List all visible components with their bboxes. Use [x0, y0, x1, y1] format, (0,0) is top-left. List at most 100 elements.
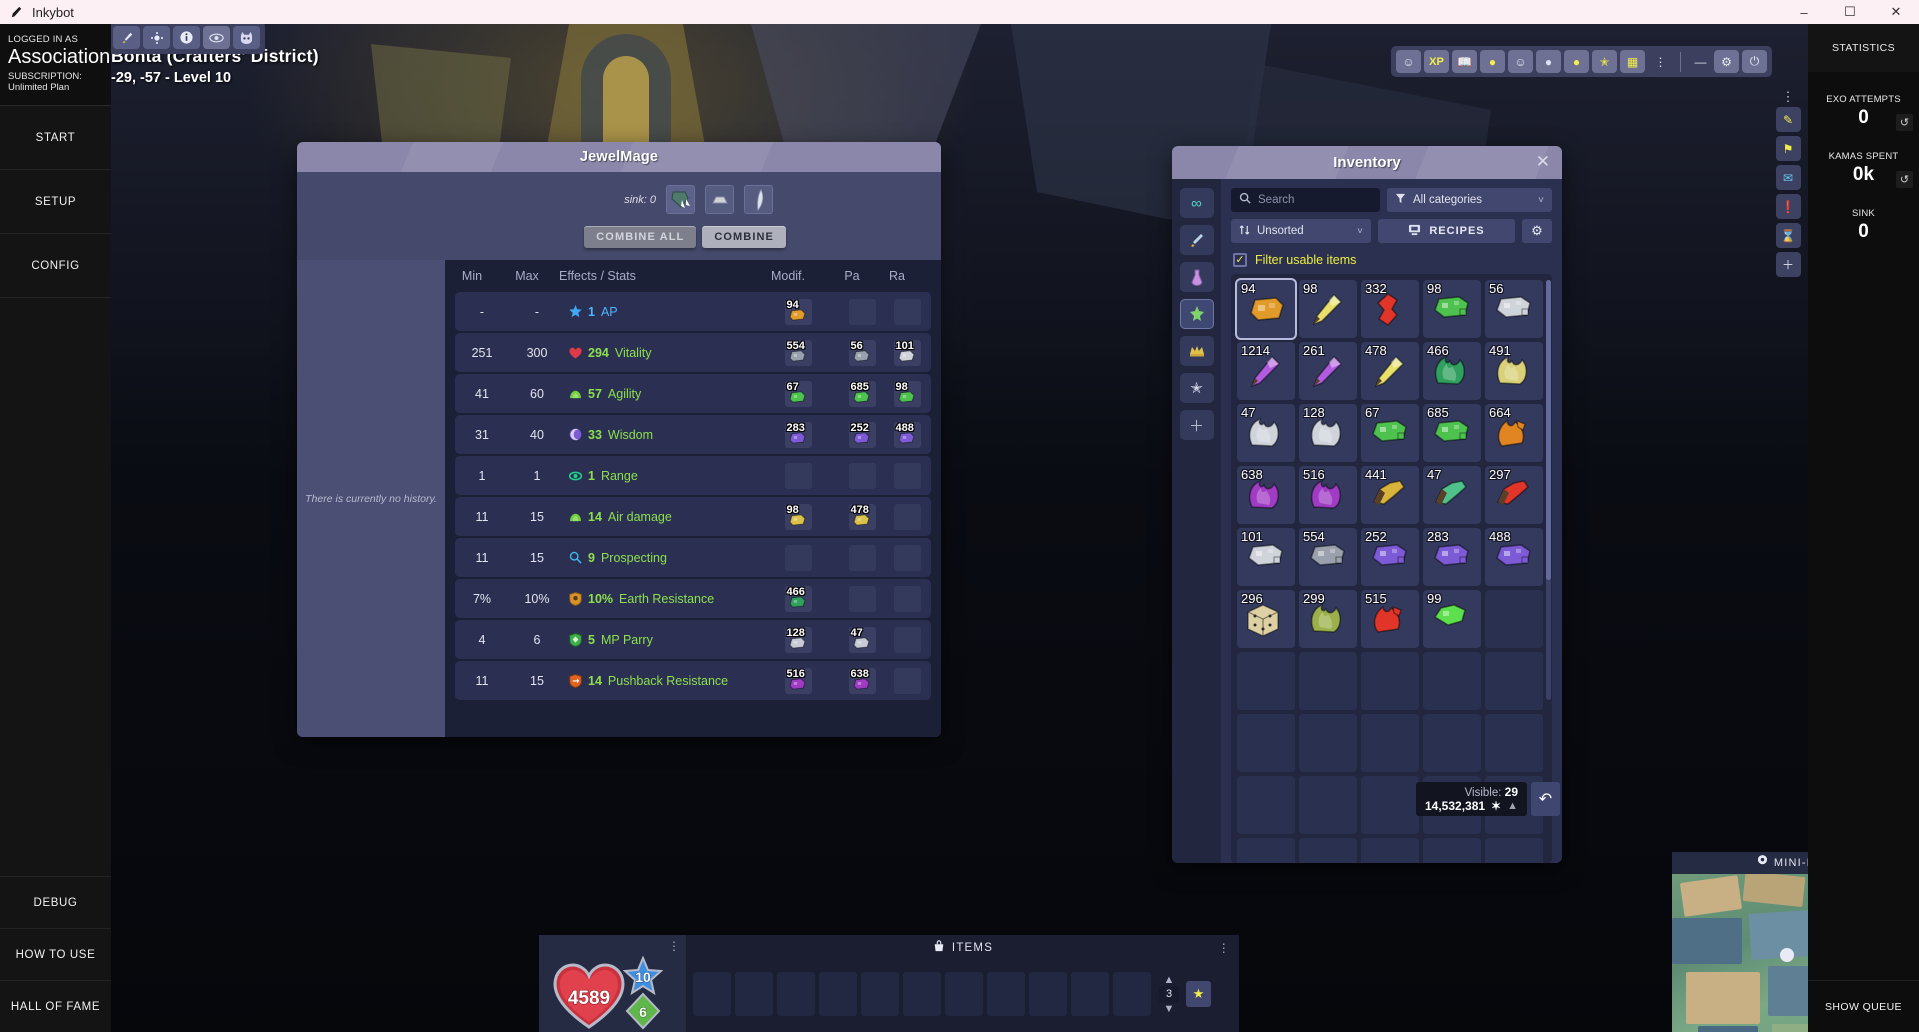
search-input[interactable]: Search — [1231, 188, 1380, 212]
inventory-item[interactable]: 98 — [1423, 280, 1481, 338]
back-arrow-icon[interactable]: ↶ — [1531, 782, 1560, 816]
inventory-item[interactable]: 47 — [1423, 466, 1481, 524]
stepper-up-icon[interactable]: ▲ — [1164, 974, 1175, 985]
tab-all-items[interactable]: ∞ — [1179, 188, 1214, 218]
hotbar-slot[interactable] — [987, 972, 1025, 1016]
eye-icon[interactable] — [203, 26, 230, 49]
inventory-item[interactable]: 478 — [1361, 342, 1419, 400]
inventory-item[interactable]: 101 — [1237, 528, 1295, 586]
rune-chip[interactable]: 98 — [893, 380, 921, 407]
tab-resources[interactable] — [1179, 336, 1214, 366]
close-button[interactable]: ✕ — [1873, 0, 1919, 24]
row-modif[interactable]: 94 — [755, 292, 841, 331]
table-row[interactable]: 251 300 294 Vitality 554 56 101 — [455, 333, 931, 372]
row-pa[interactable]: 47 — [841, 620, 883, 659]
inventory-item[interactable]: 283 — [1423, 528, 1481, 586]
hotbar-slot[interactable] — [861, 972, 899, 1016]
xp-icon[interactable]: XP — [1424, 50, 1449, 73]
row-ra[interactable]: 101 — [883, 333, 931, 372]
rune-chip[interactable]: 478 — [848, 503, 876, 530]
checkbox-icon[interactable]: ✓ — [1233, 253, 1247, 267]
stepper-down-icon[interactable]: ▼ — [1164, 1003, 1175, 1014]
settings-gear-icon[interactable]: ⚙ — [1714, 50, 1739, 73]
hotbar-slot[interactable] — [903, 972, 941, 1016]
rune-chip[interactable]: 67 — [784, 380, 812, 407]
table-row[interactable]: 4 6 5 MP Parry 128 47 — [455, 620, 931, 659]
maximize-button[interactable]: ☐ — [1827, 0, 1873, 24]
hotbar-slot[interactable] — [777, 972, 815, 1016]
hotbar-slot[interactable] — [1029, 972, 1067, 1016]
spell-icon[interactable] — [143, 26, 170, 49]
inventory-grid[interactable]: 94 98 332 98 56 1214 261 478 466 491 47 128 67 685 664… — [1231, 274, 1552, 863]
table-row[interactable]: 7% 10% 10% Earth Resistance 466 — [455, 579, 931, 618]
row-pa[interactable]: 638 — [841, 661, 883, 700]
minimap-panel[interactable]: MINI-MAP ⋮ — [1672, 852, 1808, 1032]
combine-button[interactable]: COMBINE — [702, 226, 786, 248]
table-row[interactable]: 11 15 14 Pushback Resistance 516 638 — [455, 661, 931, 700]
dots-icon[interactable]: ⋮ — [1782, 89, 1795, 104]
character-icon[interactable]: ● — [1564, 50, 1589, 73]
sidebar-item-config[interactable]: CONFIG — [0, 234, 111, 298]
row-pa[interactable]: 252 — [841, 415, 883, 454]
sidebar-item-setup[interactable]: SETUP — [0, 170, 111, 234]
hotbar-slot[interactable] — [1071, 972, 1109, 1016]
minimap-canvas[interactable] — [1672, 874, 1808, 1032]
inventory-item[interactable]: 1214 — [1237, 342, 1295, 400]
row-modif[interactable]: 516 — [755, 661, 841, 700]
inventory-item[interactable]: 664 — [1485, 404, 1543, 462]
add-icon[interactable]: ＋ — [1775, 252, 1801, 277]
combine-all-button[interactable]: COMBINE ALL — [584, 226, 697, 248]
tab-equipment[interactable] — [1179, 225, 1214, 255]
row-modif[interactable]: 67 — [755, 374, 841, 413]
row-pa[interactable]: 56 — [841, 333, 883, 372]
inventory-item[interactable]: 297 — [1485, 466, 1543, 524]
reset-icon[interactable]: ↺ — [1896, 171, 1913, 188]
pen-icon[interactable]: ✎ — [1775, 107, 1801, 132]
table-row[interactable]: - - 1 AP 94 — [455, 292, 931, 331]
hotbar-star-button[interactable]: ★ — [1186, 981, 1211, 1007]
inventory-item[interactable]: 516 — [1299, 466, 1357, 524]
row-pa[interactable]: 685 — [841, 374, 883, 413]
inventory-item[interactable]: 638 — [1237, 466, 1295, 524]
hotbar-slot[interactable] — [735, 972, 773, 1016]
jewelmage-window[interactable]: JewelMage sink: 0 COMBINE ALL COMBINE Th… — [297, 142, 941, 737]
chat-icon[interactable]: ● — [1536, 50, 1561, 73]
table-row[interactable]: 31 40 33 Wisdom 283 252 488 — [455, 415, 931, 454]
inventory-item[interactable]: 47 — [1237, 404, 1295, 462]
rune-chip[interactable]: 98 — [784, 503, 812, 530]
rune-chip[interactable]: 554 — [784, 339, 812, 366]
rune-chip[interactable]: 56 — [848, 339, 876, 366]
tab-runes[interactable] — [1179, 299, 1214, 329]
table-row[interactable]: 41 60 57 Agility 67 685 98 — [455, 374, 931, 413]
more-options-icon[interactable]: ⋮ — [1648, 50, 1673, 73]
inventory-scrollbar[interactable] — [1546, 280, 1551, 700]
info-icon[interactable] — [173, 26, 200, 49]
inventory-item[interactable]: 491 — [1485, 342, 1543, 400]
table-row[interactable]: 11 15 9 Prospecting — [455, 538, 931, 577]
rune-chip[interactable]: 283 — [784, 421, 812, 448]
sidebar-item-start[interactable]: START — [0, 106, 111, 170]
quantity-stepper[interactable]: ▲ 3 ▼ — [1159, 974, 1179, 1014]
inventory-item[interactable]: 56 — [1485, 280, 1543, 338]
rune-chip[interactable]: 516 — [784, 667, 812, 694]
row-modif[interactable]: 554 — [755, 333, 841, 372]
rune-chip[interactable]: 252 — [848, 421, 876, 448]
inventory-window[interactable]: Inventory ✕ ∞ ✭ ＋ Search All categories … — [1172, 146, 1562, 863]
rune-slot[interactable] — [666, 185, 695, 214]
table-row[interactable]: 1 1 1 Range — [455, 456, 931, 495]
emoji-icon[interactable]: ☺ — [1508, 50, 1533, 73]
hourglass-icon[interactable]: ⌛ — [1775, 223, 1801, 248]
inventory-titlebar[interactable]: Inventory ✕ — [1172, 146, 1562, 179]
inventory-item[interactable]: 99 — [1423, 590, 1481, 648]
rune-chip[interactable]: 466 — [784, 585, 812, 612]
friends-icon[interactable]: ☺ — [1396, 50, 1421, 73]
close-icon[interactable]: ✕ — [1536, 153, 1550, 170]
item-slot[interactable] — [705, 185, 734, 214]
hotbar-slot[interactable] — [693, 972, 731, 1016]
recipes-button[interactable]: RECIPES — [1378, 219, 1515, 243]
inventory-item[interactable]: 299 — [1299, 590, 1357, 648]
inventory-item[interactable]: 67 — [1361, 404, 1419, 462]
table-row[interactable]: 11 15 14 Air damage 98 478 — [455, 497, 931, 536]
inventory-item[interactable]: 685 — [1423, 404, 1481, 462]
pin-icon[interactable]: ⚑ — [1775, 136, 1801, 161]
